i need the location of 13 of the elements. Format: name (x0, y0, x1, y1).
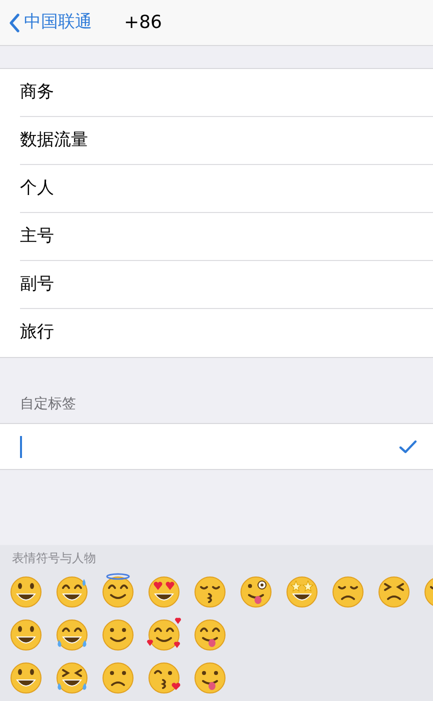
label-option[interactable]: 数据流量 (20, 128, 88, 154)
label-option[interactable]: 旅行 (20, 320, 54, 346)
chevron-left-icon (8, 12, 20, 32)
emoji-category-title: 表情符号与人物 (12, 550, 97, 567)
section-header: 自定标签 (20, 395, 77, 414)
emoji-face-icon[interactable] (100, 573, 136, 609)
nav-title: +86 (124, 11, 162, 35)
emoji-face-icon[interactable] (146, 616, 182, 652)
label-option[interactable]: 主号 (20, 224, 54, 250)
label-option[interactable]: 个人 (20, 176, 54, 202)
label-option[interactable]: 商务 (20, 80, 54, 106)
back-button[interactable]: 中国联通 (8, 10, 92, 36)
label-option[interactable]: 副号 (20, 272, 54, 298)
